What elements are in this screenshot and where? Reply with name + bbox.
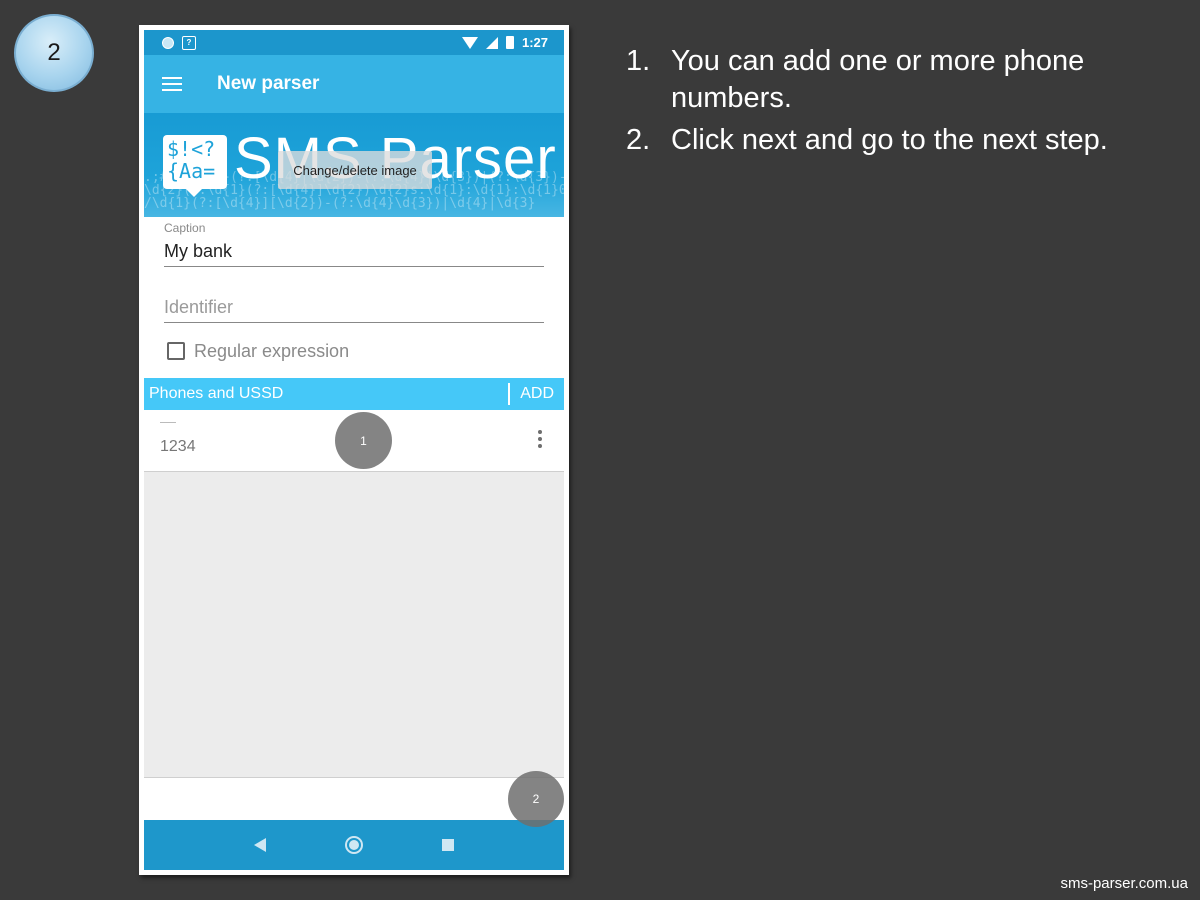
bottom-action-area xyxy=(144,778,564,820)
wifi-icon xyxy=(461,36,478,49)
site-url: sms-parser.com.ua xyxy=(1060,875,1188,892)
android-nav-bar xyxy=(144,820,564,870)
instruction-text: Click next and go to the next step. xyxy=(671,124,1108,156)
change-image-button[interactable]: Change/delete image xyxy=(278,151,432,189)
circle-notification-icon xyxy=(162,36,174,49)
step-number-badge: 2 xyxy=(14,14,94,92)
instruction-item: 2. Click next and go to the next step. xyxy=(626,122,1186,159)
parser-form: Caption My bank Identifier Regular expre… xyxy=(144,221,564,363)
more-options-icon[interactable] xyxy=(538,430,542,448)
app-bar: New parser xyxy=(144,55,564,113)
phones-section-title: Phones and USSD xyxy=(149,385,284,402)
phones-list-empty-area xyxy=(144,472,564,778)
instruction-number: 1. xyxy=(626,45,651,77)
status-time: 1:27 xyxy=(521,35,548,50)
caption-field-label: Caption xyxy=(164,221,206,235)
instruction-number: 2. xyxy=(626,124,651,156)
identifier-input[interactable]: Identifier xyxy=(164,297,544,323)
parser-image-banner[interactable]: .;#(?:\d{1}(?:[\d{4}|\d{2})-(?:\d{4}|\d{… xyxy=(144,113,564,217)
logo-bubble-tail xyxy=(184,187,204,197)
back-icon[interactable] xyxy=(253,838,266,852)
phone-number: 1234 xyxy=(160,437,196,455)
sim-card-icon: ? xyxy=(182,35,196,50)
add-phone-button[interactable]: ADD xyxy=(508,378,564,410)
section-divider xyxy=(508,383,511,405)
instruction-item: 1. You can add one or more phone numbers… xyxy=(626,43,1186,117)
regex-checkbox[interactable] xyxy=(167,342,185,360)
caption-input[interactable]: My bank xyxy=(164,235,544,267)
recent-apps-icon[interactable] xyxy=(442,839,455,851)
cell-signal-icon xyxy=(485,36,498,49)
callout-marker-1: 1 xyxy=(335,412,392,469)
menu-icon[interactable] xyxy=(162,77,182,91)
phones-section-header: Phones and USSD ADD xyxy=(144,378,564,410)
logo-speech-bubble-icon: $!<? {Aa= xyxy=(163,135,227,189)
status-bar-right: 1:27 xyxy=(461,35,548,50)
status-bar-left: ? xyxy=(162,35,196,50)
instruction-text: You can add one or more phone numbers. xyxy=(671,45,1085,114)
instructions-list: 1. You can add one or more phone numbers… xyxy=(626,43,1186,164)
regex-checkbox-label: Regular expression xyxy=(194,340,350,361)
status-bar: ? 1:27 xyxy=(144,30,564,55)
phone-row-subtitle-line xyxy=(160,422,176,423)
home-icon[interactable] xyxy=(344,836,363,854)
battery-icon xyxy=(505,36,514,49)
add-phone-label: ADD xyxy=(520,385,554,402)
next-button-callout-2[interactable]: 2 xyxy=(508,771,564,827)
page-title: New parser xyxy=(217,73,320,94)
regex-checkbox-row[interactable]: Regular expression xyxy=(164,339,544,363)
